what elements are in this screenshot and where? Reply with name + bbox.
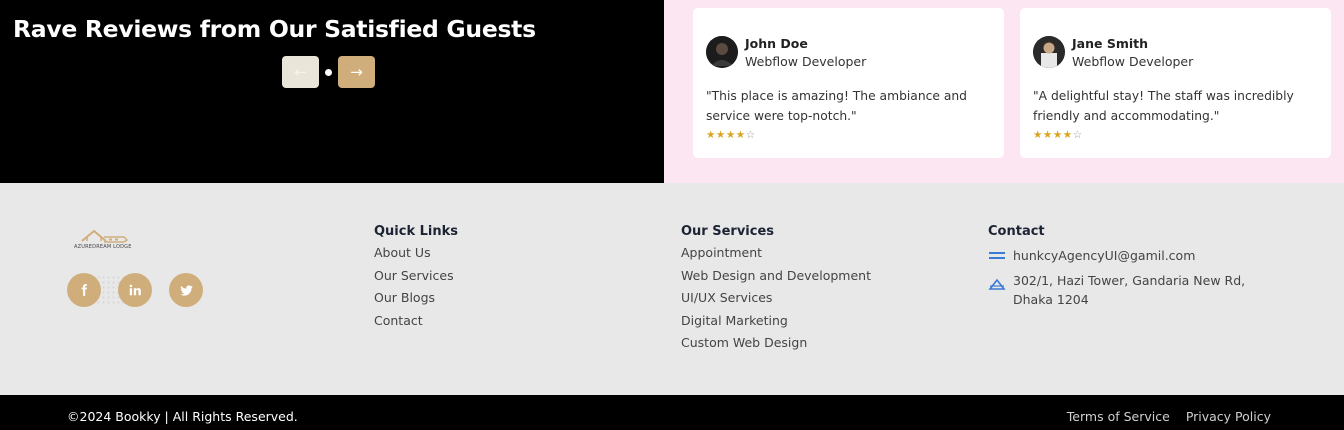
review-card: John Doe Webflow Developer "This place i… <box>693 8 1004 158</box>
linkedin-button[interactable] <box>118 273 152 307</box>
star-empty-icon: ☆ <box>1072 129 1083 141</box>
reviews-heading-panel: Rave Reviews from Our Satisfied Guests ←… <box>0 0 664 183</box>
linkedin-icon <box>129 284 141 296</box>
star-filled-icon: ★ <box>1033 129 1043 141</box>
contact-column: Contact hunkcyAgencyUI@gamil.com 302/1, … <box>988 224 1278 309</box>
contact-address-row: 302/1, Hazi Tower, Gandaria New Rd, Dhak… <box>988 271 1278 309</box>
facebook-icon <box>81 284 87 296</box>
arrow-left-icon: ← <box>294 63 307 81</box>
star-filled-icon: ★ <box>1062 129 1073 141</box>
terms-of-service-link[interactable]: Terms of Service <box>1067 409 1170 424</box>
services-column: Our Services Appointment Web Design and … <box>681 224 871 355</box>
carousel-dot[interactable] <box>325 68 332 76</box>
avatar <box>706 36 738 68</box>
privacy-policy-link[interactable]: Privacy Policy <box>1186 409 1271 424</box>
service-link-appointment[interactable]: Appointment <box>681 242 871 265</box>
star-rating: ★★★★☆ <box>706 129 992 141</box>
service-link-web-design[interactable]: Web Design and Development <box>681 265 871 288</box>
reviewer-role: Webflow Developer <box>745 54 867 69</box>
email-icon <box>989 252 1005 259</box>
reviewer-name: John Doe <box>745 36 808 51</box>
location-icon <box>988 278 1006 290</box>
reviewer: Jane Smith Webflow Developer <box>1033 36 1319 72</box>
carousel-next-button[interactable]: → <box>338 56 375 88</box>
footer-link-our-blogs[interactable]: Our Blogs <box>374 287 458 310</box>
star-filled-icon: ★ <box>715 129 726 141</box>
copyright-text: ©2024 Bookky | All Rights Reserved. <box>67 409 298 424</box>
carousel-controls: ← → <box>282 56 375 88</box>
reviewer-role: Webflow Developer <box>1072 54 1194 69</box>
contact-email[interactable]: hunkcyAgencyUI@gamil.com <box>1013 246 1195 265</box>
footer-link-contact[interactable]: Contact <box>374 310 458 333</box>
house-logo-icon <box>81 229 129 243</box>
star-filled-icon: ★ <box>706 129 716 141</box>
contact-address: 302/1, Hazi Tower, Gandaria New Rd, Dhak… <box>1013 273 1246 307</box>
arrow-right-icon: → <box>350 63 363 81</box>
reviewer-name: Jane Smith <box>1072 36 1149 51</box>
carousel-prev-button[interactable]: ← <box>282 56 319 88</box>
star-rating: ★★★★☆ <box>1033 129 1319 141</box>
review-card: Jane Smith Webflow Developer "A delightf… <box>1020 8 1331 158</box>
quick-links-column: Quick Links About Us Our Services Our Bl… <box>374 224 458 332</box>
service-link-custom-web-design[interactable]: Custom Web Design <box>681 332 871 355</box>
star-filled-icon: ★ <box>735 129 746 141</box>
quick-links-title: Quick Links <box>374 224 459 239</box>
facebook-button[interactable] <box>67 273 101 307</box>
services-title: Our Services <box>681 224 775 239</box>
service-link-digital-marketing[interactable]: Digital Marketing <box>681 310 871 333</box>
contact-email-row: hunkcyAgencyUI@gamil.com <box>988 246 1278 265</box>
logo[interactable]: AZUREDREAM LODGE <box>74 227 140 251</box>
avatar <box>1033 36 1065 68</box>
star-filled-icon: ★ <box>1042 129 1053 141</box>
contact-title: Contact <box>988 224 1045 239</box>
star-filled-icon: ★ <box>1052 129 1063 141</box>
reviews-cards-panel: John Doe Webflow Developer "This place i… <box>664 0 1344 183</box>
footer-link-our-services[interactable]: Our Services <box>374 265 458 288</box>
twitter-icon <box>179 284 193 296</box>
twitter-button[interactable] <box>169 273 203 307</box>
social-links <box>67 273 220 307</box>
reviews-title: Rave Reviews from Our Satisfied Guests <box>13 15 536 43</box>
review-text: "A delightful stay! The staff was incred… <box>1033 89 1294 123</box>
star-empty-icon: ☆ <box>745 129 756 141</box>
service-link-uiux[interactable]: UI/UX Services <box>681 287 871 310</box>
legal-links: Terms of Service Privacy Policy <box>1051 409 1271 424</box>
reviewer: John Doe Webflow Developer <box>706 36 992 72</box>
footer: AZUREDREAM LODGE Quick Links About Us Ou… <box>0 183 1344 395</box>
bottom-bar: ©2024 Bookky | All Rights Reserved. Term… <box>0 395 1344 430</box>
footer-link-about-us[interactable]: About Us <box>374 242 458 265</box>
reviews-section: Rave Reviews from Our Satisfied Guests ←… <box>0 0 1344 183</box>
review-text: "This place is amazing! The ambiance and… <box>706 89 967 123</box>
logo-text: AZUREDREAM LODGE <box>74 244 132 250</box>
star-filled-icon: ★ <box>725 129 736 141</box>
